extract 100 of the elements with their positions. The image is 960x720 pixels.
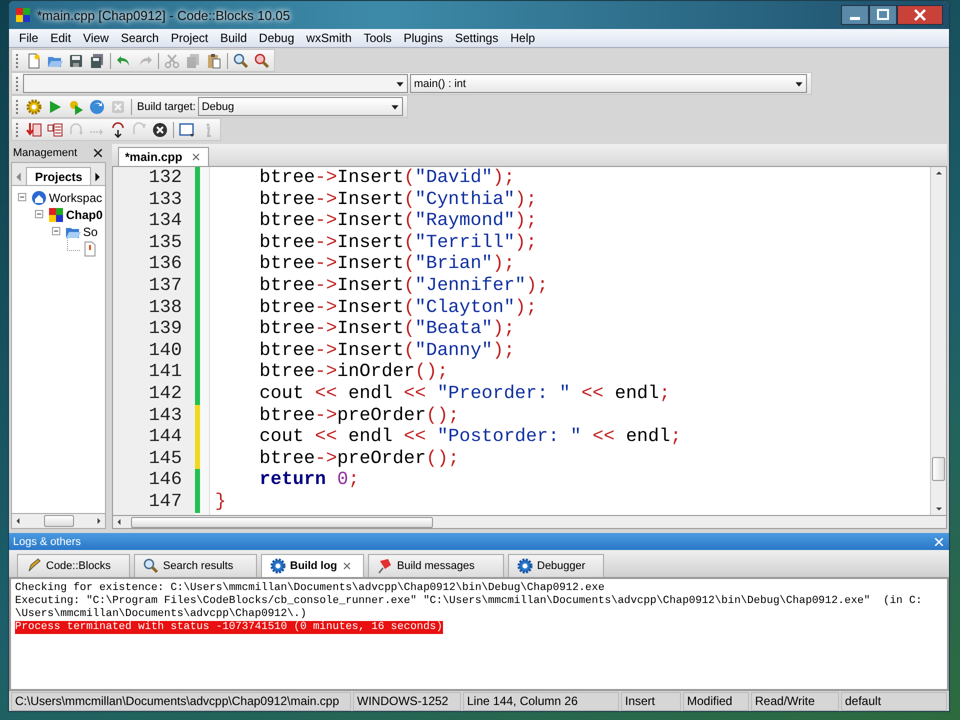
line-number: 135 (148, 232, 183, 254)
status-field: C:\Users\mmcmillan\Documents\advcpp\Chap0912\main.cpp (11, 692, 351, 711)
code-line: } (215, 490, 228, 512)
line-number: 144 (148, 426, 183, 448)
log-tab[interactable]: Code::Blocks (17, 554, 130, 577)
error-message: Process terminated with status -1073741510 (0 minutes, 16 seconds) (15, 621, 443, 634)
gear-play-icon[interactable] (68, 98, 84, 114)
scrollbar-thumb[interactable] (44, 515, 74, 527)
code-editor[interactable] (112, 166, 947, 516)
line-number: 136 (148, 253, 183, 275)
status-field: Insert (621, 692, 681, 711)
code-line: btree->Insert("David"); (258, 167, 516, 189)
code-line: btree->Insert("Terrill"); (258, 232, 538, 254)
code-line: btree->Insert("Raymond"); (258, 210, 538, 232)
log-tab[interactable]: Debugger (508, 554, 604, 577)
log-tab[interactable]: Search results (134, 554, 257, 577)
status-field: Modified (683, 692, 749, 711)
close-icon[interactable] (341, 560, 354, 572)
code-line: btree->inOrder(); (258, 361, 450, 383)
line-number: 146 (148, 469, 183, 491)
line-number: 134 (148, 210, 183, 232)
workspace-icon (31, 190, 47, 206)
tree-item[interactable]: Chap0 (66, 208, 103, 222)
search-icon[interactable] (233, 52, 249, 68)
build-target-label: Build target: (137, 100, 196, 112)
file-icon (82, 240, 98, 256)
line-number: 141 (148, 361, 183, 383)
minimize-icon[interactable] (841, 5, 869, 25)
menu-item[interactable]: Help (504, 31, 542, 45)
pin-icon (377, 558, 393, 574)
menu-item[interactable]: wxSmith (300, 31, 358, 45)
collapse-toggle-icon[interactable] (16, 191, 29, 204)
menu-item[interactable]: View (77, 31, 115, 45)
line-number: 145 (148, 448, 183, 470)
build-target-dropdown[interactable]: Debug (198, 97, 403, 116)
code-line: btree->Insert("Jennifer"); (258, 274, 550, 297)
log-line: Executing: "C:\Program Files\CodeBlocks/cb_console_runner.exe" "C:\Users\mmcmillan\Documents\advcpp\Chap0912\bin\Debug\Chap0912.exe" (in C: (15, 595, 922, 608)
app-logo-icon (15, 7, 31, 23)
menu-item[interactable]: Project (164, 31, 214, 45)
new-file-icon[interactable] (26, 52, 42, 68)
gear-icon (270, 558, 286, 574)
gear-icon[interactable] (26, 98, 42, 114)
window-title: *main.cpp [Chap0912] - Code::Blocks 10.05 (37, 8, 290, 22)
pencil-icon (26, 558, 42, 574)
menu-item[interactable]: Build (214, 31, 253, 45)
line-number: 133 (148, 188, 183, 210)
debug-page-icon[interactable] (26, 122, 42, 138)
scrollbar-thumb[interactable] (932, 457, 945, 481)
menu-item[interactable]: Debug (252, 31, 300, 45)
line-number: 139 (148, 318, 183, 340)
refresh-icon[interactable] (89, 98, 105, 114)
line-number: 140 (148, 340, 183, 362)
scrollbar-thumb[interactable] (131, 516, 433, 528)
log-line: Checking for existence: C:\Users\mmcmillan\Documents\advcpp\Chap0912\bin\Debug\Chap0912.exe (15, 582, 605, 595)
code-line: return 0; (258, 469, 360, 491)
code-line: btree->Insert("Clayton"); (258, 296, 538, 318)
step-into-icon[interactable] (110, 122, 126, 138)
search-replace-icon[interactable] (254, 52, 270, 68)
status-field: Line 144, Column 26 (463, 692, 619, 711)
close-icon[interactable] (897, 5, 943, 25)
line-number: 138 (148, 296, 183, 318)
code-line: btree->preOrder(); (258, 448, 460, 470)
floppy-disks-icon[interactable] (89, 52, 105, 68)
code-line: btree->preOrder(); (258, 404, 460, 426)
close-icon[interactable] (92, 147, 104, 159)
maximize-icon[interactable] (869, 5, 897, 25)
menu-item[interactable]: File (13, 31, 44, 45)
log-tab[interactable]: Build log (261, 554, 364, 577)
status-field: WINDOWS-1252 (353, 692, 461, 711)
tree-item[interactable]: So (83, 224, 98, 238)
menu-item[interactable]: Edit (44, 31, 78, 45)
menu-item[interactable]: Plugins (398, 31, 449, 45)
status-field: Read/Write (751, 692, 839, 711)
close-icon[interactable] (190, 151, 202, 163)
collapse-toggle-icon[interactable] (33, 208, 46, 221)
menu-item[interactable]: Settings (449, 31, 504, 45)
tree-item[interactable]: Workspac (49, 190, 102, 204)
log-line: \Users\mmcmillan\Documents\advcpp\Chap0912\.) (15, 608, 307, 621)
line-number: 142 (148, 382, 183, 405)
window-icon[interactable] (179, 122, 195, 138)
status-field: default (841, 692, 947, 711)
play-icon[interactable] (47, 98, 63, 114)
menu-item[interactable]: Search (114, 31, 165, 45)
log-tab[interactable]: Build messages (368, 554, 504, 577)
clipboard-icon[interactable] (206, 52, 222, 68)
menu-item[interactable]: Tools (358, 31, 398, 45)
line-number: 143 (148, 404, 183, 426)
stop-icon[interactable] (152, 122, 168, 138)
panel-tab[interactable]: Projects (26, 167, 92, 186)
panel-title: Management (13, 147, 78, 159)
panel-title: Logs & others (13, 536, 81, 548)
code-line: btree->Insert("Danny"); (258, 340, 516, 362)
scope-dropdown[interactable] (23, 74, 408, 93)
editor-tab[interactable]: *main.cpp (118, 147, 210, 166)
code-line: cout << endl << "Postorder: " << endl; (258, 426, 682, 448)
collapse-toggle-icon[interactable] (50, 225, 63, 238)
search-icon (143, 558, 159, 574)
run-to-cursor-icon[interactable] (47, 122, 63, 138)
function-dropdown[interactable]: main() : int (410, 74, 807, 93)
code-line: cout << endl << "Preorder: " << endl; (258, 382, 672, 405)
